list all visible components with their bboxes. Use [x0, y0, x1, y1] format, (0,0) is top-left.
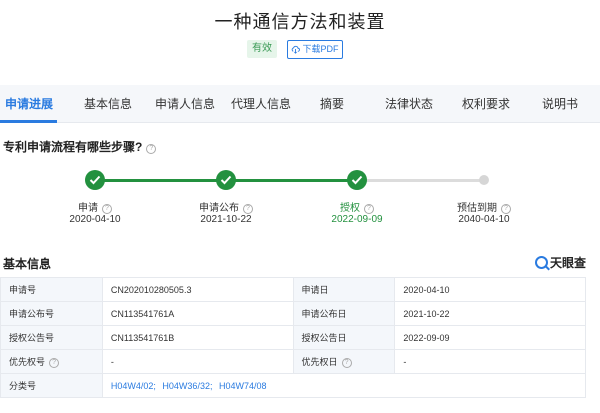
- step-label-publish: 申请公布?: [181, 199, 271, 214]
- field-label: 授权公告号: [0, 325, 103, 350]
- tianyancha-logo[interactable]: 天眼查: [534, 254, 586, 271]
- classification-link[interactable]: H04W74/08: [219, 381, 267, 391]
- step-label-grant: 授权?: [312, 199, 402, 214]
- table-row: 分类号 H04W4/02; H04W36/32; H04W74/08: [0, 373, 587, 398]
- step-date-apply: 2020-04-10: [69, 214, 121, 225]
- table-row: 申请公布号 CN113541761A 申请公布日 2021-10-22: [0, 301, 586, 326]
- basic-info-title: 基本信息: [3, 257, 52, 271]
- status-badge: 有效: [247, 40, 277, 58]
- field-value: -: [394, 349, 586, 374]
- process-steps: 申请? 2020-04-10 申请公布? 2021-10-22 授权? 2022…: [0, 160, 600, 235]
- tab-bar: 申请进展 基本信息 申请人信息 代理人信息 摘要 法律状态 权利要求 说明书: [0, 85, 600, 123]
- help-icon[interactable]: ?: [243, 204, 253, 214]
- field-label: 分类号: [0, 373, 103, 398]
- download-pdf-label: 下载PDF: [302, 44, 339, 54]
- download-pdf-button[interactable]: 下载PDF: [287, 40, 343, 59]
- field-label: 申请号: [0, 277, 103, 302]
- logo-text: 天眼查: [549, 256, 586, 270]
- check-icon: [220, 175, 232, 185]
- tab-claims[interactable]: 权利要求: [462, 85, 510, 123]
- tianyancha-logo-icon: [534, 256, 548, 269]
- field-value: -: [101, 349, 294, 374]
- patent-header: 一种通信方法和装置 有效 下载PDF: [0, 0, 600, 80]
- field-value: CN113541761B: [101, 325, 294, 350]
- classification-values: H04W4/02; H04W36/32; H04W74/08: [101, 373, 587, 398]
- process-section-title: 专利申请流程有哪些步骤??: [3, 138, 157, 155]
- step-label-expiry: 预估到期?: [439, 199, 529, 214]
- help-icon[interactable]: ?: [49, 358, 60, 368]
- field-label: 优先权号?: [0, 349, 103, 374]
- progress-track-pending: [357, 179, 484, 182]
- active-tab-underline: [0, 120, 57, 123]
- step-node-expiry: [479, 175, 489, 185]
- table-row: 优先权号? - 优先权日? -: [0, 349, 586, 374]
- step-label-apply: 申请?: [50, 199, 140, 214]
- step-node-apply: [85, 170, 105, 190]
- basic-info-table: 申请号 CN202010280505.3 申请日 2020-04-10 申请公布…: [0, 277, 587, 398]
- classification-link[interactable]: H04W36/32;: [162, 381, 212, 391]
- step-date-expiry: 2040-04-10: [458, 214, 510, 225]
- help-icon[interactable]: ?: [341, 358, 352, 368]
- field-label: 申请公布号: [0, 301, 103, 326]
- tab-basic-info[interactable]: 基本信息: [84, 85, 132, 123]
- check-icon: [89, 175, 101, 185]
- help-icon[interactable]: ?: [364, 204, 374, 214]
- tab-abstract[interactable]: 摘要: [320, 85, 344, 123]
- cloud-download-icon: [292, 45, 301, 54]
- field-label: 申请日: [292, 277, 396, 302]
- field-value: 2022-09-09: [394, 325, 586, 350]
- field-value: CN202010280505.3: [101, 277, 294, 302]
- step-node-publish: [216, 170, 236, 190]
- field-value: CN113541761A: [101, 301, 294, 326]
- page-title: 一种通信方法和装置: [214, 12, 386, 32]
- help-icon[interactable]: ?: [146, 144, 157, 154]
- table-row: 授权公告号 CN113541761B 授权公告日 2022-09-09: [0, 325, 586, 350]
- field-value: 2020-04-10: [394, 277, 586, 302]
- tab-progress[interactable]: 申请进展: [5, 85, 53, 123]
- tab-applicant-info[interactable]: 申请人信息: [155, 85, 215, 123]
- help-icon[interactable]: ?: [102, 204, 112, 214]
- field-label: 申请公布日: [292, 301, 396, 326]
- step-date-publish: 2021-10-22: [200, 214, 252, 225]
- process-title-text: 专利申请流程有哪些步骤?: [3, 140, 143, 154]
- tab-legal-status[interactable]: 法律状态: [385, 85, 433, 123]
- step-date-grant: 2022-09-09: [331, 214, 383, 225]
- field-label: 授权公告日: [292, 325, 396, 350]
- field-value: 2021-10-22: [394, 301, 586, 326]
- field-label: 优先权日?: [292, 349, 396, 374]
- classification-link[interactable]: H04W4/02;: [111, 381, 156, 391]
- check-icon: [351, 175, 363, 185]
- table-row: 申请号 CN202010280505.3 申请日 2020-04-10: [0, 277, 586, 302]
- tab-agent-info[interactable]: 代理人信息: [231, 85, 291, 123]
- tab-description[interactable]: 说明书: [542, 85, 578, 123]
- help-icon[interactable]: ?: [501, 204, 511, 214]
- step-node-grant: [347, 170, 367, 190]
